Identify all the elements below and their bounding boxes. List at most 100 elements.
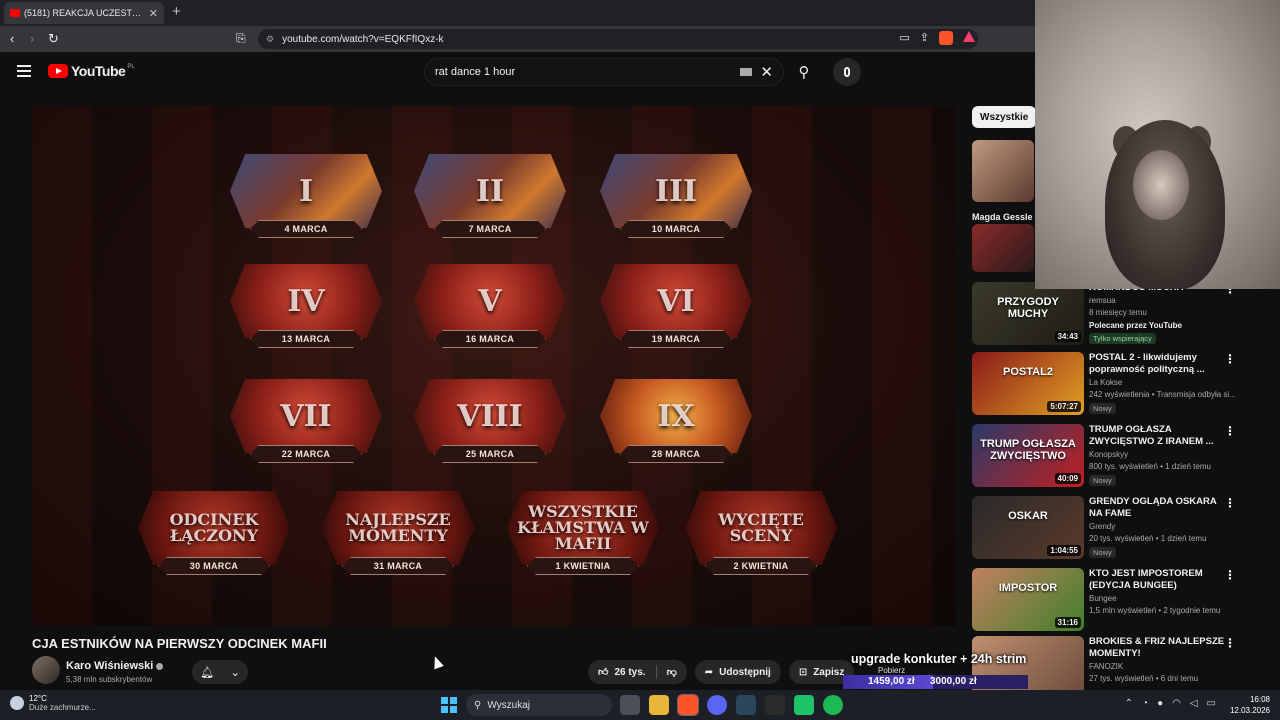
more-options-icon[interactable]: ⋮ (1224, 424, 1236, 438)
thumbnail-text: IMPOSTOR (998, 582, 1058, 594)
spotify-icon[interactable] (823, 695, 843, 715)
url-field[interactable]: ⚙ youtube.com/watch?v=EQKFfIQxz-k (258, 29, 978, 49)
video-thumbnail[interactable]: TRUMP OGŁASZA ZWYCIĘSTWO 40:09 (972, 424, 1084, 487)
video-channel[interactable]: Grendy (1089, 522, 1115, 531)
episode-card: VII 22 MARCA (230, 379, 382, 463)
brave-shields-icon[interactable] (939, 31, 953, 45)
video-thumbnail[interactable]: PRZYGODY MUCHY 34:43 (972, 282, 1084, 345)
recommended-video[interactable]: TRUMP OGŁASZA ZWYCIĘSTWO 40:09 TRUMP OGŁAS… (972, 424, 1244, 490)
microphone-icon[interactable]: ● (1157, 698, 1163, 709)
new-badge: Nowy (1089, 547, 1116, 558)
new-tab-button[interactable]: + (172, 3, 181, 20)
youtube-header: YouTube PL rat dance 1 hour ✕ ⚲ (0, 52, 1035, 92)
special-episode-date: 30 MARCA (158, 557, 270, 575)
special-episode-thumbnail: NAJLEPSZE MOMENTY (322, 491, 474, 565)
search-input[interactable]: rat dance 1 hour ✕ (424, 58, 784, 86)
episode-date: 28 MARCA (620, 445, 732, 463)
thumbs-down-icon[interactable]: 👎︎ (667, 666, 677, 678)
video-title[interactable]: GRENDY OGLĄDA OSKARA NA FAME (1089, 496, 1229, 520)
share-icon[interactable]: ⇪ (920, 31, 929, 45)
episode-card: III 10 MARCA (600, 154, 752, 238)
episode-date: 19 MARCA (620, 330, 732, 348)
video-title[interactable]: TRUMP OGŁASZA ZWYCIĘSTWO Z IRANEM ... (1089, 424, 1229, 448)
file-explorer-icon[interactable] (649, 695, 669, 715)
thumbnail-text: PRZYGODY MUCHY (997, 296, 1059, 320)
browser-tab[interactable]: (5181) REAKCJA UCZESTNIKÓ ✕ (4, 2, 164, 24)
brave-rewards-icon[interactable] (963, 31, 975, 42)
save-icon: ⊡ (798, 666, 808, 678)
special-episode-thumbnail: ODCINEK ŁĄCZONY (138, 491, 290, 565)
rat-face (1133, 150, 1189, 220)
voice-search-button[interactable] (833, 58, 861, 86)
menu-icon[interactable] (17, 65, 31, 77)
steam-icon[interactable] (736, 695, 756, 715)
video-channel[interactable]: FANOZIK (1089, 662, 1123, 671)
partial-title: Magda Gessle (972, 212, 1033, 222)
windows-start-icon[interactable] (441, 697, 457, 713)
video-channel[interactable]: Bungee (1089, 594, 1117, 603)
video-channel[interactable]: remsua (1089, 296, 1116, 305)
task-view-icon[interactable] (620, 695, 640, 715)
subscribed-bell-button[interactable]: 🔔︎ ⌄ (192, 660, 248, 684)
episode-date: 7 MARCA (434, 220, 546, 238)
recommended-video[interactable]: PRZYGODY MUCHY34:43KOMANDOS MUCHAremsua8… (972, 282, 1244, 348)
verified-icon (156, 662, 164, 670)
promoted-label: Polecane przez YouTube (1089, 321, 1182, 330)
weather-widget[interactable]: 12°C Duże zachmurze... (10, 694, 96, 712)
taskbar-search[interactable]: ⚲ Wyszukaj (466, 694, 612, 716)
taskbar-clock[interactable]: 16:08 12.03.2026 (1230, 694, 1270, 716)
recommended-video[interactable]: IMPOSTOR 31:16 KTO JEST IMPOSTOREM (EDYCJA… (972, 568, 1244, 634)
partial-thumbnail-2[interactable] (972, 224, 1034, 272)
recommended-video[interactable]: POSTAL2 5:07:27 POSTAL 2 - likwidujemy pop… (972, 352, 1244, 418)
share-button[interactable]: ➦ Udostępnij (694, 660, 781, 684)
video-thumbnail[interactable]: POSTAL2 5:07:27 (972, 352, 1084, 415)
site-info-icon[interactable]: ⚙ (266, 34, 274, 45)
more-options-icon[interactable]: ⋮ (1224, 568, 1236, 582)
video-thumbnail[interactable]: OSKAR 1:04:55 (972, 496, 1084, 559)
discord-icon[interactable] (707, 695, 727, 715)
download-label[interactable]: Pobierz (878, 666, 905, 675)
clear-search-icon[interactable]: ✕ (760, 63, 773, 81)
video-title[interactable]: BROKIES & FRIZ NAJLEPSZE MOMENTY! (1089, 636, 1229, 660)
cast-icon[interactable]: ▭ (899, 31, 909, 45)
back-icon[interactable]: ‹ (10, 31, 14, 46)
keyboard-icon[interactable] (740, 68, 753, 76)
video-thumbnail[interactable]: IMPOSTOR 31:16 (972, 568, 1084, 631)
wifi-icon[interactable]: ◠ (1172, 698, 1181, 709)
clock-time: 16:08 (1249, 695, 1270, 704)
tab-title: (5181) REAKCJA UCZESTNIKÓ (24, 8, 145, 18)
more-options-icon[interactable]: ⋮ (1224, 496, 1236, 510)
more-options-icon[interactable]: ⋮ (1224, 636, 1236, 650)
network-icon[interactable]: ◔ (1142, 698, 1148, 709)
video-channel[interactable]: La Kokse (1089, 378, 1122, 387)
battery-icon[interactable]: ▭ (1207, 698, 1216, 709)
clock-date: 12.03.2026 (1229, 706, 1270, 715)
channel-name[interactable]: Karo Wiśniewski (66, 660, 164, 672)
filter-chip-all[interactable]: Wszystkie (972, 106, 1037, 128)
video-meta: 1,5 mln wyświetleń • 2 tygodnie temu (1089, 606, 1221, 615)
video-title[interactable]: POSTAL 2 - likwidujemy poprawność polity… (1089, 352, 1229, 376)
episode-thumbnail: VI (600, 264, 752, 338)
forward-icon[interactable]: › (30, 31, 34, 46)
volume-icon[interactable]: ◁ (1190, 698, 1198, 709)
app-green-icon[interactable] (794, 695, 814, 715)
like-button[interactable]: 👍︎ 26 tys. 👎︎ (588, 660, 687, 684)
recommended-video[interactable]: OSKAR 1:04:55 GRENDY OGLĄDA OSKARA NA FAME… (972, 496, 1244, 562)
video-title[interactable]: KTO JEST IMPOSTOREM (EDYCJA BUNGEE) (1089, 568, 1229, 592)
video-player[interactable]: I 4 MARCA II 7 MARCA III 10 MARCA IV 13 MARCA V 1… (32, 106, 956, 626)
bookmark-icon[interactable]: ⎘ (236, 31, 246, 46)
brave-browser-icon[interactable] (677, 694, 699, 716)
reload-icon[interactable]: ↻ (48, 31, 59, 47)
partial-thumbnail[interactable] (972, 140, 1034, 202)
video-channel[interactable]: Konopskyy (1089, 450, 1128, 459)
thumbnail-text: TRUMP OGŁASZA ZWYCIĘSTWO (980, 438, 1076, 462)
more-options-icon[interactable]: ⋮ (1224, 352, 1236, 366)
app-icon[interactable] (765, 695, 785, 715)
search-button[interactable]: ⚲ (790, 58, 818, 86)
channel-avatar[interactable] (32, 656, 60, 684)
episode-number: VIII (457, 398, 523, 434)
tab-close-icon[interactable]: ✕ (149, 7, 158, 20)
youtube-logo[interactable]: YouTube PL (48, 63, 135, 79)
episode-card: I 4 MARCA (230, 154, 382, 238)
chevron-up-icon[interactable]: ⌃ (1125, 698, 1133, 709)
